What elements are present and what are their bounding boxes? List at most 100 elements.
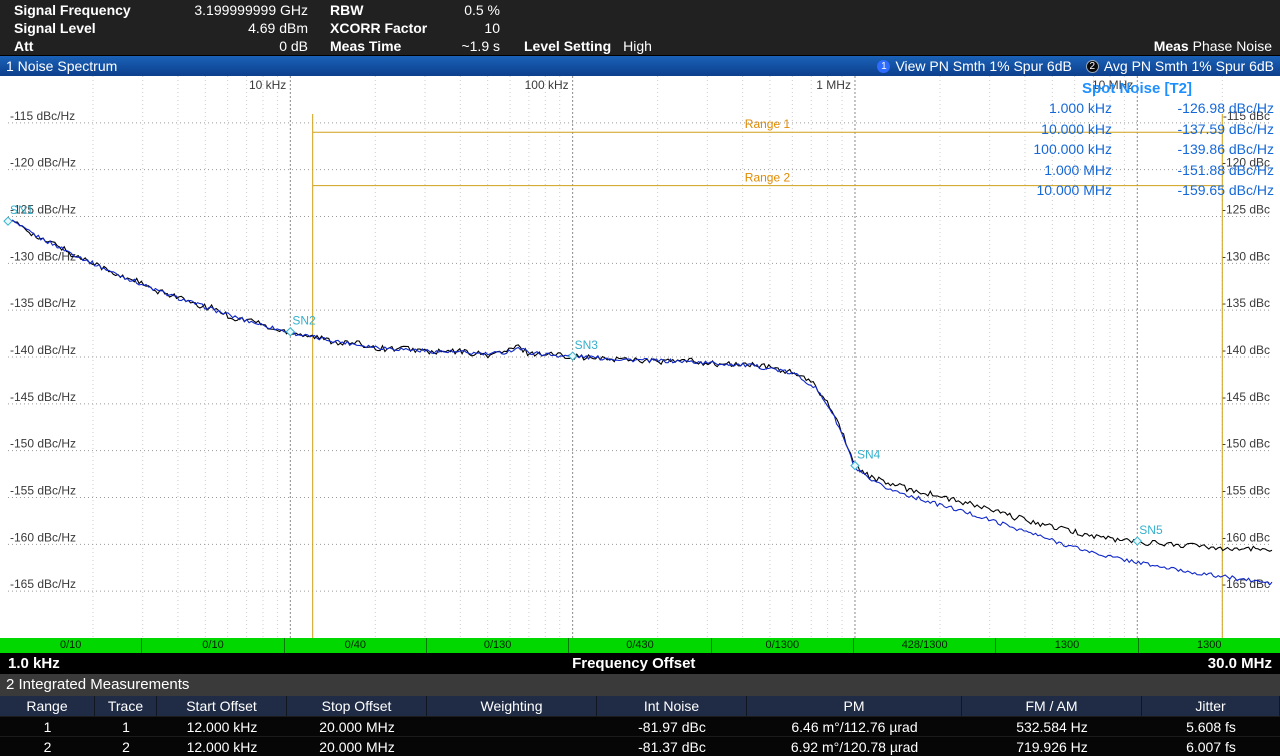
cell-jitter: 5.608 fs (1142, 717, 1280, 737)
level-setting-value[interactable]: High (623, 38, 652, 54)
trace1-badge-icon[interactable]: 1 (877, 60, 890, 73)
noise-spectrum-chart: 10 kHz100 kHz1 MHz10 MHz-115 dBc/Hz-115 … (0, 76, 1280, 653)
cell-trace: 1 (95, 717, 157, 737)
integrated-measurements-table: Range Trace Start Offset Stop Offset Wei… (0, 696, 1280, 756)
range-label: Range 2 (745, 171, 791, 185)
range-label: Range 1 (745, 117, 791, 131)
trace-1-view (8, 217, 1272, 585)
xcorr-segment: 0/1300 (712, 638, 854, 653)
signal-frequency-value[interactable]: 3.199999999 GHz (162, 1, 308, 19)
y-axis-label-right: -155 dBc (1222, 484, 1270, 498)
spot-noise-marker-label: SN4 (857, 448, 881, 462)
cell-weighting[interactable] (427, 737, 597, 756)
noise-spectrum-title: 1 Noise Spectrum (6, 58, 117, 74)
xcorr-factor-row: XCORR Factor10 (330, 19, 500, 37)
xcorr-factor-label: XCORR Factor (330, 19, 442, 37)
spot-noise-marker-label: SN1 (10, 203, 34, 217)
y-axis-label-left: -160 dBc/Hz (10, 530, 76, 544)
table-row[interactable]: 2 2 12.000 kHz 20.000 MHz -81.37 dBc 6.9… (0, 736, 1280, 756)
meas-mode-indicator: Meas Phase Noise (1154, 37, 1272, 55)
y-axis-label-right: -140 dBc (1222, 343, 1270, 357)
xcorr-segment: 0/430 (569, 638, 711, 653)
trace-legend: 1 View PN Smth 1% Spur 6dB 2 Avg PN Smth… (877, 58, 1274, 74)
y-axis-label-right: -135 dBc (1222, 296, 1270, 310)
col-header-jitter: Jitter (1142, 696, 1280, 716)
frequency-offset-label: Frequency Offset (572, 655, 695, 672)
col-header-start-offset: Start Offset (157, 696, 287, 716)
start-offset-value[interactable]: 1.0 kHz (8, 655, 60, 672)
att-row: Att0 dB (14, 37, 308, 55)
y-axis-label-left: -135 dBc/Hz (10, 296, 76, 310)
cell-range: 1 (0, 717, 95, 737)
x-axis-tick-label: 100 kHz (525, 78, 569, 92)
xcorr-factor-value[interactable]: 10 (442, 19, 500, 37)
xcorr-segment: 1300 (996, 638, 1138, 653)
cell-int-noise: -81.97 dBc (597, 717, 747, 737)
y-axis-label-right: -160 dBc (1222, 530, 1270, 544)
meas-value: Phase Noise (1193, 38, 1272, 54)
table-row[interactable]: 1 1 12.000 kHz 20.000 MHz -81.97 dBc 6.4… (0, 716, 1280, 736)
signal-frequency-label: Signal Frequency (14, 1, 162, 19)
rbw-value[interactable]: 0.5 % (442, 1, 500, 19)
frequency-axis-bar: 1.0 kHz Frequency Offset 30.0 MHz (0, 653, 1280, 674)
phase-noise-analyzer-screen: Signal Frequency3.199999999 GHz Signal L… (0, 0, 1280, 756)
trace-2-avg (8, 220, 1272, 551)
col-header-range: Range (0, 696, 95, 716)
col-header-trace: Trace (95, 696, 157, 716)
att-label: Att (14, 37, 162, 55)
col-header-int-noise: Int Noise (597, 696, 747, 716)
noise-spectrum-plot: 10 kHz100 kHz1 MHz10 MHz-115 dBc/Hz-115 … (0, 76, 1280, 638)
y-axis-label-left: -120 dBc/Hz (10, 156, 76, 170)
integrated-measurements-title: 2 Integrated Measurements (6, 676, 189, 693)
meas-label: Meas (1154, 38, 1189, 54)
y-axis-label-left: -140 dBc/Hz (10, 343, 76, 357)
signal-frequency-row: Signal Frequency3.199999999 GHz (14, 1, 308, 19)
cell-int-noise: -81.37 dBc (597, 737, 747, 756)
spot-noise-marker[interactable] (4, 217, 12, 225)
y-axis-label-left: -150 dBc/Hz (10, 437, 76, 451)
y-axis-label-right: -115 dBc (1223, 109, 1270, 123)
y-axis-label-right: -130 dBc (1222, 249, 1270, 263)
cell-stop-offset[interactable]: 20.000 MHz (287, 737, 427, 756)
rbw-label: RBW (330, 1, 442, 19)
trace2-badge-icon[interactable]: 2 (1086, 60, 1099, 73)
cell-trace: 2 (95, 737, 157, 756)
cell-fm-am: 532.584 Hz (962, 717, 1142, 737)
cell-fm-am: 719.926 Hz (962, 737, 1142, 756)
xcorr-segment: 428/1300 (854, 638, 996, 653)
trace1-legend-label: View PN Smth 1% Spur 6dB (895, 58, 1071, 74)
xcorr-segment: 0/10 (142, 638, 284, 653)
level-setting-label: Level Setting (524, 38, 611, 54)
col-header-weighting: Weighting (427, 696, 597, 716)
spot-noise-marker-label: SN5 (1139, 523, 1163, 537)
meas-time-row: Meas Time~1.9 s (330, 37, 500, 55)
xcorr-progress-bar: 0/10 0/10 0/40 0/130 0/430 0/1300 428/13… (0, 638, 1280, 653)
cell-stop-offset[interactable]: 20.000 MHz (287, 717, 427, 737)
signal-level-value[interactable]: 4.69 dBm (162, 19, 308, 37)
integrated-measurements-titlebar[interactable]: 2 Integrated Measurements (0, 674, 1280, 696)
meas-time-value[interactable]: ~1.9 s (442, 37, 500, 55)
stop-offset-value[interactable]: 30.0 MHz (1208, 655, 1272, 672)
xcorr-segment: 0/130 (427, 638, 569, 653)
signal-level-label: Signal Level (14, 19, 162, 37)
att-value[interactable]: 0 dB (162, 37, 308, 55)
rbw-row: RBW0.5 % (330, 1, 500, 19)
y-axis-label-right: -125 dBc (1222, 203, 1270, 217)
noise-spectrum-titlebar[interactable]: 1 Noise Spectrum 1 View PN Smth 1% Spur … (0, 56, 1280, 76)
y-axis-label-right: -120 dBc (1222, 156, 1270, 170)
col-header-fm-am: FM / AM (962, 696, 1142, 716)
cell-pm: 6.46 m°/112.76 µrad (747, 717, 962, 737)
cell-start-offset[interactable]: 12.000 kHz (157, 737, 287, 756)
col-header-pm: PM (747, 696, 962, 716)
xcorr-segment: 0/10 (0, 638, 142, 653)
cell-weighting[interactable] (427, 717, 597, 737)
cell-start-offset[interactable]: 12.000 kHz (157, 717, 287, 737)
cell-jitter: 6.007 fs (1142, 737, 1280, 756)
y-axis-label-right: -150 dBc (1222, 437, 1270, 451)
x-axis-tick-label: 10 kHz (249, 78, 286, 92)
y-axis-label-left: -115 dBc/Hz (10, 109, 75, 123)
meas-time-label: Meas Time (330, 37, 442, 55)
xcorr-segment: 1300 (1139, 638, 1280, 653)
cell-range: 2 (0, 737, 95, 756)
y-axis-label-left: -165 dBc/Hz (10, 577, 76, 591)
